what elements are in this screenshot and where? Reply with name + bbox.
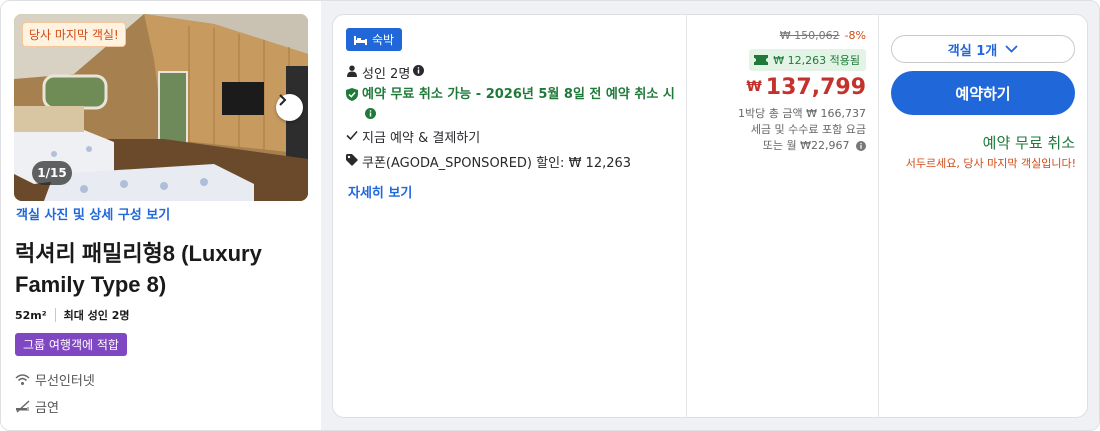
amenity-label: 무선인터넷 [35, 374, 95, 389]
original-price: ₩ 150,062 -8% [780, 29, 866, 42]
price-breakdown: 1박당 총 금액 ₩ 166,737 세금 및 수수료 포함 요금 또는 월 ₩… [738, 106, 866, 154]
amenity-no-smoking: 금연 [15, 397, 59, 416]
max-occupancy: 최대 성인 2명 [63, 309, 130, 322]
chevron-down-icon [1005, 45, 1018, 53]
book-button[interactable]: 예약하기 [891, 71, 1075, 115]
original-price-value: ₩ 150,062 [779, 29, 840, 42]
room-meta: 52m² 최대 성인 2명 [15, 307, 130, 323]
room-info-section: 당사 마지막 객실! 1/15 객실 사진 및 상세 구성 보기 럭셔리 패밀리… [1, 1, 321, 430]
group-travel-badge: 그룹 여행객에 적합 [15, 333, 127, 356]
wifi-icon [15, 374, 30, 385]
last-room-warning: 서두르세요, 당사 마지막 객실입니다! [905, 157, 1076, 170]
final-price: ₩137,799 [746, 75, 866, 100]
adults-label: 성인 2명 [362, 67, 411, 82]
chevron-right-icon [279, 94, 287, 106]
coupon-applied-badge: ₩ 12,263 적용됨 [749, 49, 866, 71]
monthly-payment: 또는 월 ₩22,967 [738, 138, 866, 154]
info-icon[interactable] [365, 108, 376, 119]
stay-badge-label: 숙박 [372, 33, 395, 47]
ticket-icon [754, 55, 769, 65]
tax-note: 세금 및 수수료 포함 요금 [750, 123, 866, 136]
room-count-value: 객실 1개 [947, 43, 998, 59]
photo-counter: 1/15 [32, 161, 72, 185]
feature-adults: 성인 2명 [346, 63, 428, 82]
room-size: 52m² [15, 308, 47, 322]
feature-free-cancel: 예약 무료 취소 가능 - 2026년 5월 8일 전 예약 취소 시 [346, 86, 676, 122]
offer-panel: 숙박 성인 2명 예약 무료 취소 가능 - 2026년 5월 8일 전 예약 … [332, 14, 1088, 418]
no-smoking-icon [16, 400, 30, 413]
room-offer-card: 당사 마지막 객실! 1/15 객실 사진 및 상세 구성 보기 럭셔리 패밀리… [0, 0, 1100, 431]
price-amount: 137,799 [765, 75, 866, 100]
room-photo[interactable]: 당사 마지막 객실! 1/15 [14, 14, 308, 201]
shield-check-icon [346, 88, 358, 101]
coupon-applied-label: ₩ 12,263 적용됨 [773, 54, 860, 67]
checkmark-icon [346, 130, 358, 141]
free-cancel-text: 예약 무료 취소 가능 - 2026년 5월 8일 전 예약 취소 시 [362, 86, 676, 122]
per-night-total: 1박당 총 금액 ₩ 166,737 [738, 107, 866, 120]
last-room-badge: 당사 마지막 객실! [22, 22, 126, 47]
info-icon[interactable] [856, 141, 866, 151]
coupon-label: 쿠폰(AGODA_SPONSORED) 할인: ₩ 12,263 [362, 156, 632, 171]
feature-pay-now: 지금 예약 & 결제하기 [346, 127, 480, 146]
room-count-select[interactable]: 객실 1개 [891, 35, 1075, 63]
room-title: 럭셔리 패밀리형8 (Luxury Family Type 8) [15, 241, 262, 297]
amenity-label: 금연 [35, 401, 59, 416]
free-cancel-label: 예약 무료 취소 [982, 134, 1075, 152]
discount-percent: -8% [844, 29, 866, 42]
meta-divider [54, 308, 56, 322]
view-room-photos-link[interactable]: 객실 사진 및 상세 구성 보기 [16, 204, 170, 223]
tag-icon [346, 154, 358, 166]
price-currency: ₩ [746, 79, 762, 95]
column-divider [686, 15, 687, 417]
details-link[interactable]: 자세히 보기 [348, 182, 412, 201]
bed-icon [354, 35, 367, 45]
pay-now-label: 지금 예약 & 결제하기 [362, 131, 481, 146]
amenity-wifi: 무선인터넷 [15, 370, 95, 389]
info-icon[interactable] [413, 65, 425, 76]
stay-badge: 숙박 [346, 28, 403, 51]
person-icon [347, 65, 357, 77]
column-divider [878, 15, 879, 417]
next-photo-button[interactable] [276, 94, 303, 121]
feature-coupon: 쿠폰(AGODA_SPONSORED) 할인: ₩ 12,263 [346, 152, 631, 171]
